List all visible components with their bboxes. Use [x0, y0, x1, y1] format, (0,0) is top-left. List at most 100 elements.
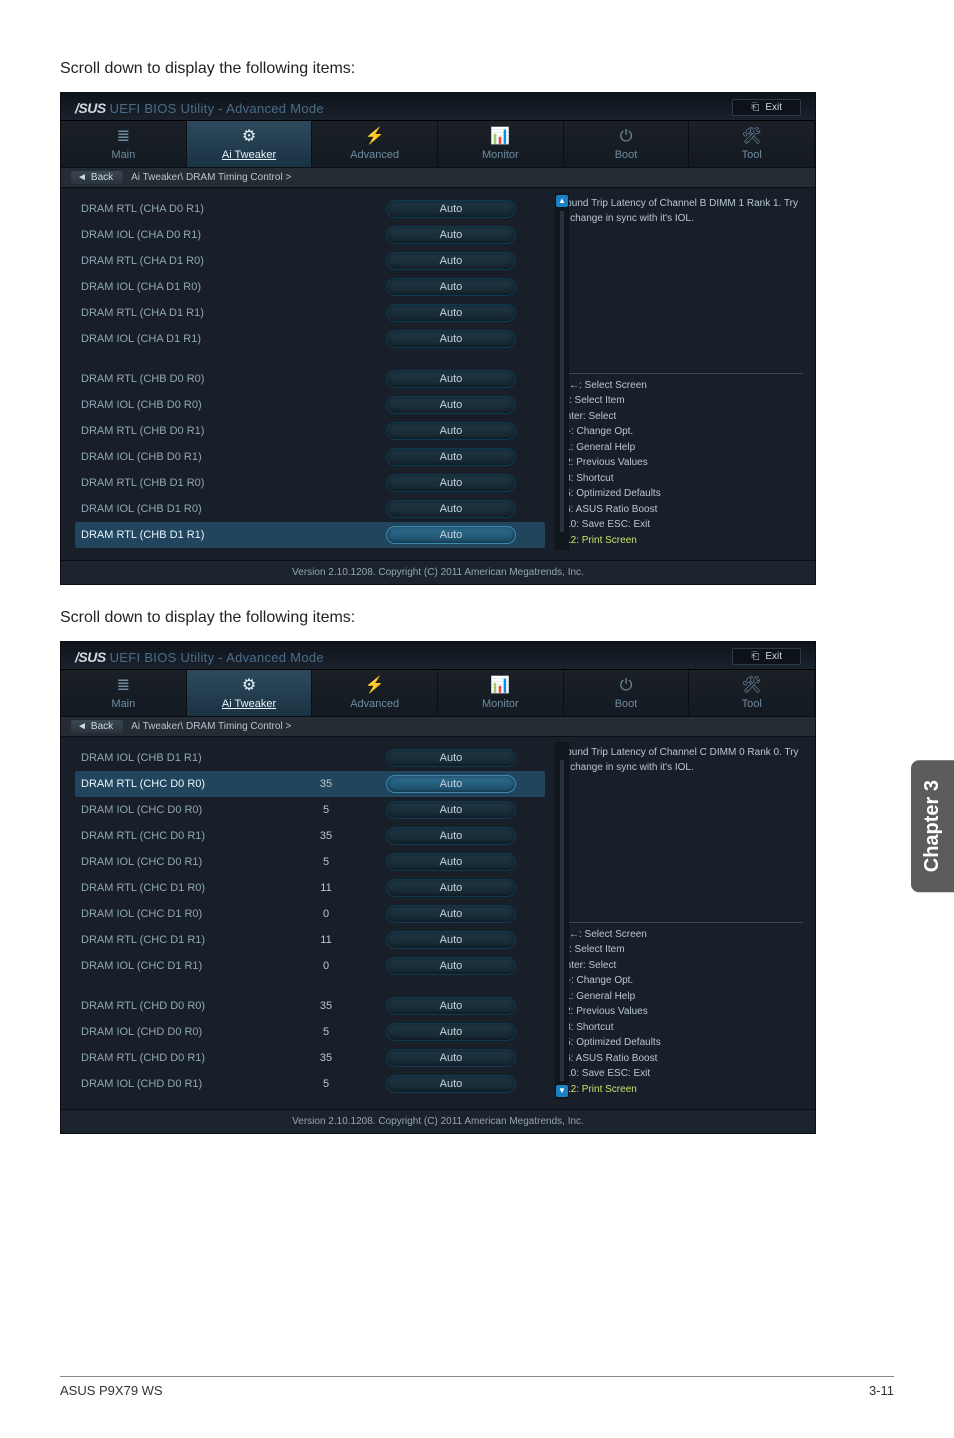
tab-label: Main — [111, 698, 135, 710]
option-value-button[interactable]: Auto — [386, 330, 516, 348]
back-button[interactable]: ◄ Back — [71, 720, 123, 733]
option-value-button[interactable]: Auto — [386, 304, 516, 322]
option-row[interactable]: DRAM RTL (CHA D1 R1)Auto — [75, 300, 545, 326]
option-row[interactable]: DRAM IOL (CHB D0 R0) Auto — [75, 392, 545, 418]
option-value-button[interactable]: Auto — [386, 252, 516, 270]
option-row[interactable]: DRAM IOL (CHC D0 R0)5Auto — [75, 797, 545, 823]
bios-panel-2: /SUS UEFI BIOS Utility - Advanced Mode ⎗… — [60, 641, 816, 1134]
option-value-button[interactable]: Auto — [386, 278, 516, 296]
option-row[interactable]: DRAM IOL (CHB D1 R0)Auto — [75, 496, 545, 522]
option-value-button[interactable]: Auto — [386, 474, 516, 492]
option-row[interactable]: DRAM RTL (CHD D0 R0)35Auto — [75, 993, 545, 1019]
bios-titlebar: /SUS UEFI BIOS Utility - Advanced Mode ⎗… — [61, 93, 815, 121]
bios-tabs: ≣Main⚙Ai Tweaker⚡Advanced📊Monitor⏻Boot 🛠 T… — [61, 670, 815, 717]
option-value-button[interactable]: Auto — [386, 801, 516, 819]
scrollbar[interactable]: ▲▼ — [555, 742, 569, 1099]
tab-boot[interactable]: ⏻Boot — [564, 670, 690, 716]
option-label: DRAM RTL (CHB D0 R1) — [81, 425, 271, 437]
option-value-button[interactable]: Auto — [386, 853, 516, 871]
option-value-button[interactable]: Auto — [386, 370, 516, 388]
key-hint: F10: Save ESC: Exit — [559, 1066, 803, 1082]
option-value-button[interactable]: Auto — [386, 931, 516, 949]
tab-tool[interactable]: 🛠Tool — [689, 121, 815, 167]
option-value-button[interactable]: Auto — [386, 422, 516, 440]
option-row[interactable]: DRAM RTL (CHC D1 R1)11Auto — [75, 927, 545, 953]
instruction-text-1: Scroll down to display the following ite… — [60, 60, 894, 78]
key-hint: F1: General Help — [559, 440, 803, 456]
option-value-button[interactable]: Auto — [386, 1023, 516, 1041]
back-label: Back — [91, 721, 113, 732]
tab-main[interactable]: ≣Main — [61, 121, 187, 167]
option-value-button[interactable]: Auto — [386, 827, 516, 845]
option-value-button[interactable]: Auto — [386, 957, 516, 975]
option-row[interactable]: DRAM RTL (CHC D1 R0)11 Auto — [75, 875, 545, 901]
scroll-down-icon[interactable]: ▼ — [556, 1085, 568, 1097]
tab-icon: ⏻ — [620, 129, 633, 145]
tab-advanced[interactable]: ⚡Advanced — [312, 670, 438, 716]
option-value-button[interactable]: Auto — [386, 448, 516, 466]
option-value-button[interactable]: Auto — [386, 1049, 516, 1067]
option-value-button[interactable]: Auto — [386, 905, 516, 923]
back-button[interactable]: ◄ Back — [71, 171, 123, 184]
chapter-side-tab: Chapter 3 — [911, 760, 954, 892]
scroll-up-icon[interactable]: ▲ — [556, 195, 568, 207]
tab-ai-tweaker[interactable]: ⚙Ai Tweaker — [187, 670, 313, 716]
option-value-button[interactable]: Auto — [386, 226, 516, 244]
option-row[interactable]: DRAM IOL (CHC D1 R1)0Auto — [75, 953, 545, 979]
tab-label: Monitor — [482, 698, 519, 710]
tab-boot[interactable]: ⏻Boot — [564, 121, 690, 167]
tab-icon: ⚙ — [242, 678, 256, 694]
tab-monitor[interactable]: 📊Monitor — [438, 670, 564, 716]
option-value-button[interactable]: Auto — [386, 997, 516, 1015]
option-value-button[interactable]: Auto — [386, 749, 516, 767]
option-row[interactable]: DRAM RTL (CHD D0 R1)35Auto — [75, 1045, 545, 1071]
option-row[interactable]: DRAM RTL (CHB D1 R0)Auto — [75, 470, 545, 496]
scroll-track[interactable] — [560, 760, 564, 1081]
help-text: Round Trip Latency of Channel B DIMM 1 R… — [559, 196, 803, 226]
option-value-button[interactable]: Auto — [386, 200, 516, 218]
option-current-value: 11 — [271, 882, 381, 894]
option-value-button[interactable]: Auto — [386, 775, 516, 793]
option-row[interactable]: DRAM IOL (CHA D1 R0)Auto — [75, 274, 545, 300]
option-row[interactable]: DRAM IOL (CHC D1 R0)0Auto — [75, 901, 545, 927]
option-value-button[interactable]: Auto — [386, 1075, 516, 1093]
tab-label: Tool — [742, 698, 762, 710]
tab-ai-tweaker[interactable]: ⚙Ai Tweaker — [187, 121, 313, 167]
option-value-button[interactable]: Auto — [386, 879, 516, 897]
option-row[interactable]: DRAM IOL (CHB D1 R1)Auto — [75, 745, 545, 771]
tab-main[interactable]: ≣Main — [61, 670, 187, 716]
option-value-button[interactable]: Auto — [386, 500, 516, 518]
scroll-track[interactable] — [560, 211, 564, 532]
option-row[interactable]: DRAM IOL (CHA D0 R1)Auto — [75, 222, 545, 248]
option-row[interactable]: DRAM RTL (CHC D0 R1)35Auto — [75, 823, 545, 849]
tab-tool[interactable]: 🛠 Tool — [689, 670, 815, 716]
back-arrow-icon: ◄ — [77, 721, 87, 732]
option-label: DRAM RTL (CHC D1 R0) — [81, 882, 271, 894]
option-row[interactable]: DRAM IOL (CHA D1 R1)Auto — [75, 326, 545, 352]
option-row[interactable]: DRAM RTL (CHA D1 R0)Auto — [75, 248, 545, 274]
tab-icon: 🛠 — [742, 678, 762, 694]
back-label: Back — [91, 172, 113, 183]
option-row[interactable]: DRAM IOL (CHD D0 R1)5Auto — [75, 1071, 545, 1097]
option-value-button[interactable]: Auto — [386, 396, 516, 414]
key-hint: F1: General Help — [559, 989, 803, 1005]
option-value-button[interactable]: Auto — [386, 526, 516, 544]
option-row[interactable]: DRAM RTL (CHC D0 R0)35Auto — [75, 771, 545, 797]
scrollbar[interactable]: ▲▼ — [555, 193, 569, 550]
option-label: DRAM IOL (CHB D0 R0) — [81, 399, 271, 411]
option-row[interactable]: DRAM IOL (CHB D0 R1)Auto — [75, 444, 545, 470]
tab-monitor[interactable]: 📊Monitor — [438, 121, 564, 167]
key-hint: +/-: Change Opt. — [559, 424, 803, 440]
help-text: Round Trip Latency of Channel C DIMM 0 R… — [559, 745, 803, 775]
option-row[interactable]: DRAM RTL (CHB D0 R0)Auto — [75, 366, 545, 392]
divider — [559, 373, 803, 374]
option-row[interactable]: DRAM IOL (CHC D0 R1)5Auto — [75, 849, 545, 875]
back-arrow-icon: ◄ — [77, 172, 87, 183]
exit-button[interactable]: ⎗ Exit — [732, 99, 801, 116]
option-row[interactable]: DRAM RTL (CHB D0 R1) Auto — [75, 418, 545, 444]
option-row[interactable]: DRAM RTL (CHA D0 R1)Auto — [75, 196, 545, 222]
option-row[interactable]: DRAM RTL (CHB D1 R1)Auto — [75, 522, 545, 548]
option-row[interactable]: DRAM IOL (CHD D0 R0)5Auto — [75, 1019, 545, 1045]
tab-advanced[interactable]: ⚡Advanced — [312, 121, 438, 167]
exit-button[interactable]: ⎗ Exit — [732, 648, 801, 665]
